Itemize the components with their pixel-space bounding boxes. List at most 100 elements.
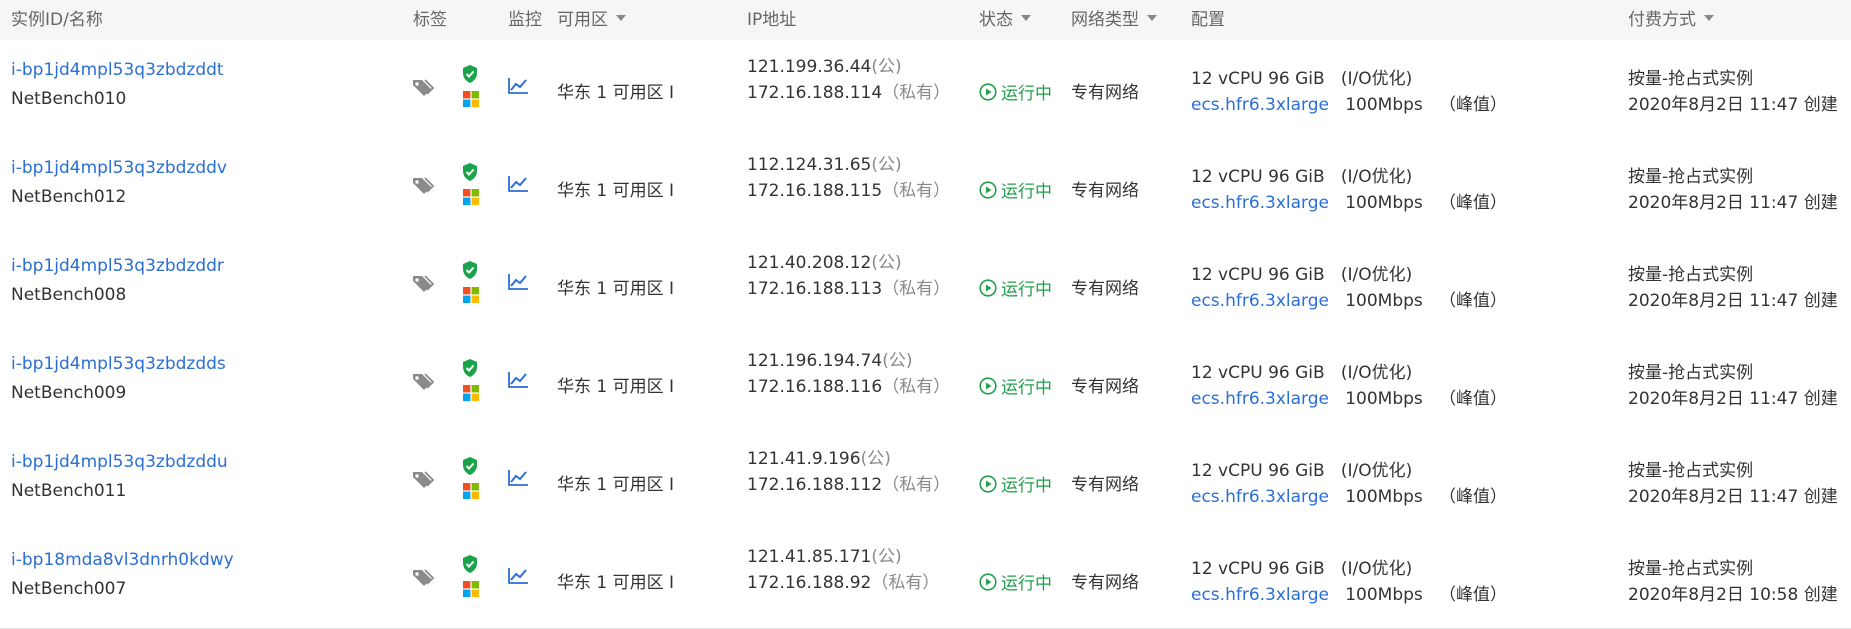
instance-id-link[interactable]: i-bp1jd4mpl53q3zbdzddt <box>11 60 224 80</box>
instance-type-link[interactable]: ecs.hfr6.3xlarge <box>1191 585 1329 605</box>
created-time: 2020年8月2日 10:58 创建 <box>1628 585 1838 605</box>
instance-id-link[interactable]: i-bp1jd4mpl53q3zbdzdds <box>11 354 226 374</box>
instance-spec: 12 vCPU 96 GiB (I/O优化) <box>1191 162 1412 187</box>
io-optimized-text: (I/O优化) <box>1340 461 1413 481</box>
windows-os-icon <box>463 189 479 205</box>
instance-id-link[interactable]: i-bp1jd4mpl53q3zbdzddu <box>11 452 228 472</box>
public-ip: 112.124.31.65(公) <box>747 150 902 175</box>
billing-method: 按量-抢占式实例 <box>1628 363 1754 383</box>
col-header-id-name: 实例ID/名称 <box>11 10 103 30</box>
bandwidth-note: （峰值） <box>1439 291 1507 311</box>
monitor-chart-icon[interactable] <box>507 175 529 193</box>
tag-icon[interactable] <box>411 176 435 196</box>
table-row: i-bp1jd4mpl53q3zbdzdds NetBench009 华东 1 … <box>0 334 1851 433</box>
instance-spec: 12 vCPU 96 GiB (I/O优化) <box>1191 554 1412 579</box>
col-header-status[interactable]: 状态 <box>979 0 1031 40</box>
public-ip: 121.41.9.196(公) <box>747 444 891 469</box>
caret-down-icon <box>1021 15 1031 21</box>
tag-icon[interactable] <box>411 274 435 294</box>
instance-type-link[interactable]: ecs.hfr6.3xlarge <box>1191 193 1329 213</box>
status-running: 运行中 <box>979 471 1052 496</box>
public-ip: 121.40.208.12(公) <box>747 248 902 273</box>
instance-spec: 12 vCPU 96 GiB (I/O优化) <box>1191 358 1412 383</box>
monitor-chart-icon[interactable] <box>507 567 529 585</box>
tag-icon[interactable] <box>411 470 435 490</box>
col-header-config: 配置 <box>1191 10 1225 30</box>
tag-icon[interactable] <box>411 372 435 392</box>
io-optimized-text: (I/O优化) <box>1340 69 1413 89</box>
private-ip: 172.16.188.116（私有） <box>747 372 950 397</box>
created-time: 2020年8月2日 11:47 创建 <box>1628 95 1838 115</box>
status-running: 运行中 <box>979 79 1052 104</box>
monitor-chart-icon[interactable] <box>507 371 529 389</box>
spec-text: 12 vCPU 96 GiB <box>1191 265 1325 285</box>
monitor-chart-icon[interactable] <box>507 469 529 487</box>
play-circle-icon <box>979 181 997 199</box>
monitor-chart-icon[interactable] <box>507 77 529 95</box>
public-ip-value: 112.124.31.65 <box>747 155 872 175</box>
public-ip-value: 121.196.194.74 <box>747 351 883 371</box>
instance-id-link[interactable]: i-bp18mda8vl3dnrh0kdwy <box>11 550 234 570</box>
private-ip-label: （私有） <box>882 181 951 201</box>
bandwidth-note: （峰值） <box>1439 585 1507 605</box>
tag-icon[interactable] <box>411 78 435 98</box>
instance-type-link[interactable]: ecs.hfr6.3xlarge <box>1191 389 1329 409</box>
io-optimized-text: (I/O优化) <box>1340 167 1413 187</box>
play-circle-icon <box>979 573 997 591</box>
caret-down-icon <box>616 15 626 21</box>
tag-icon[interactable] <box>411 568 435 588</box>
created-time: 2020年8月2日 11:47 创建 <box>1628 193 1838 213</box>
public-ip: 121.196.194.74(公) <box>747 346 912 371</box>
private-ip-label: （私有） <box>882 377 951 397</box>
private-ip-value: 172.16.188.115 <box>747 181 883 201</box>
bandwidth-note: （峰值） <box>1439 95 1507 115</box>
zone-text: 华东 1 可用区 I <box>557 279 675 299</box>
table-header: 实例ID/名称 标签 监控 可用区 IP地址 状态 网络类型 配置 付费方式 <box>0 0 1851 41</box>
security-shield-icon[interactable] <box>461 554 479 574</box>
instance-name: NetBench009 <box>11 383 127 403</box>
private-ip-label: （私有） <box>871 573 940 593</box>
col-header-zone[interactable]: 可用区 <box>557 0 626 40</box>
instance-id-link[interactable]: i-bp1jd4mpl53q3zbdzddv <box>11 158 227 178</box>
instance-type-bandwidth: ecs.hfr6.3xlarge 100Mbps （峰值） <box>1191 90 1507 115</box>
instance-name: NetBench010 <box>11 89 127 109</box>
network-type: 专有网络 <box>1071 475 1139 495</box>
private-ip: 172.16.188.114（私有） <box>747 78 950 103</box>
bandwidth-text: 100Mbps <box>1345 585 1423 605</box>
instance-type-link[interactable]: ecs.hfr6.3xlarge <box>1191 487 1329 507</box>
private-ip-label: （私有） <box>882 475 951 495</box>
network-type: 专有网络 <box>1071 573 1139 593</box>
security-shield-icon[interactable] <box>461 260 479 280</box>
monitor-chart-icon[interactable] <box>507 273 529 291</box>
public-ip-label: (公) <box>871 253 902 273</box>
table-row: i-bp18mda8vl3dnrh0kdwy NetBench007 华东 1 … <box>0 530 1851 629</box>
public-ip-label: (公) <box>871 547 902 567</box>
caret-down-icon <box>1147 15 1157 21</box>
private-ip-value: 172.16.188.113 <box>747 279 883 299</box>
col-header-billing[interactable]: 付费方式 <box>1628 0 1714 40</box>
instance-id-link[interactable]: i-bp1jd4mpl53q3zbdzddr <box>11 256 224 276</box>
col-header-ip: IP地址 <box>747 10 797 30</box>
io-optimized-text: (I/O优化) <box>1340 559 1413 579</box>
spec-text: 12 vCPU 96 GiB <box>1191 69 1325 89</box>
play-circle-icon <box>979 377 997 395</box>
private-ip-label: （私有） <box>882 279 951 299</box>
col-header-network-type[interactable]: 网络类型 <box>1071 0 1157 40</box>
instance-type-link[interactable]: ecs.hfr6.3xlarge <box>1191 95 1329 115</box>
security-shield-icon[interactable] <box>461 456 479 476</box>
created-time: 2020年8月2日 11:47 创建 <box>1628 389 1838 409</box>
instance-name: NetBench008 <box>11 285 127 305</box>
security-shield-icon[interactable] <box>461 162 479 182</box>
security-shield-icon[interactable] <box>461 64 479 84</box>
public-ip-label: (公) <box>860 449 891 469</box>
col-header-tags: 标签 <box>413 10 447 30</box>
billing-method: 按量-抢占式实例 <box>1628 461 1754 481</box>
instance-type-bandwidth: ecs.hfr6.3xlarge 100Mbps （峰值） <box>1191 384 1507 409</box>
private-ip: 172.16.188.115（私有） <box>747 176 950 201</box>
bandwidth-text: 100Mbps <box>1345 291 1423 311</box>
security-shield-icon[interactable] <box>461 358 479 378</box>
zone-text: 华东 1 可用区 I <box>557 475 675 495</box>
public-ip: 121.41.85.171(公) <box>747 542 902 567</box>
instance-type-link[interactable]: ecs.hfr6.3xlarge <box>1191 291 1329 311</box>
instance-name: NetBench012 <box>11 187 127 207</box>
